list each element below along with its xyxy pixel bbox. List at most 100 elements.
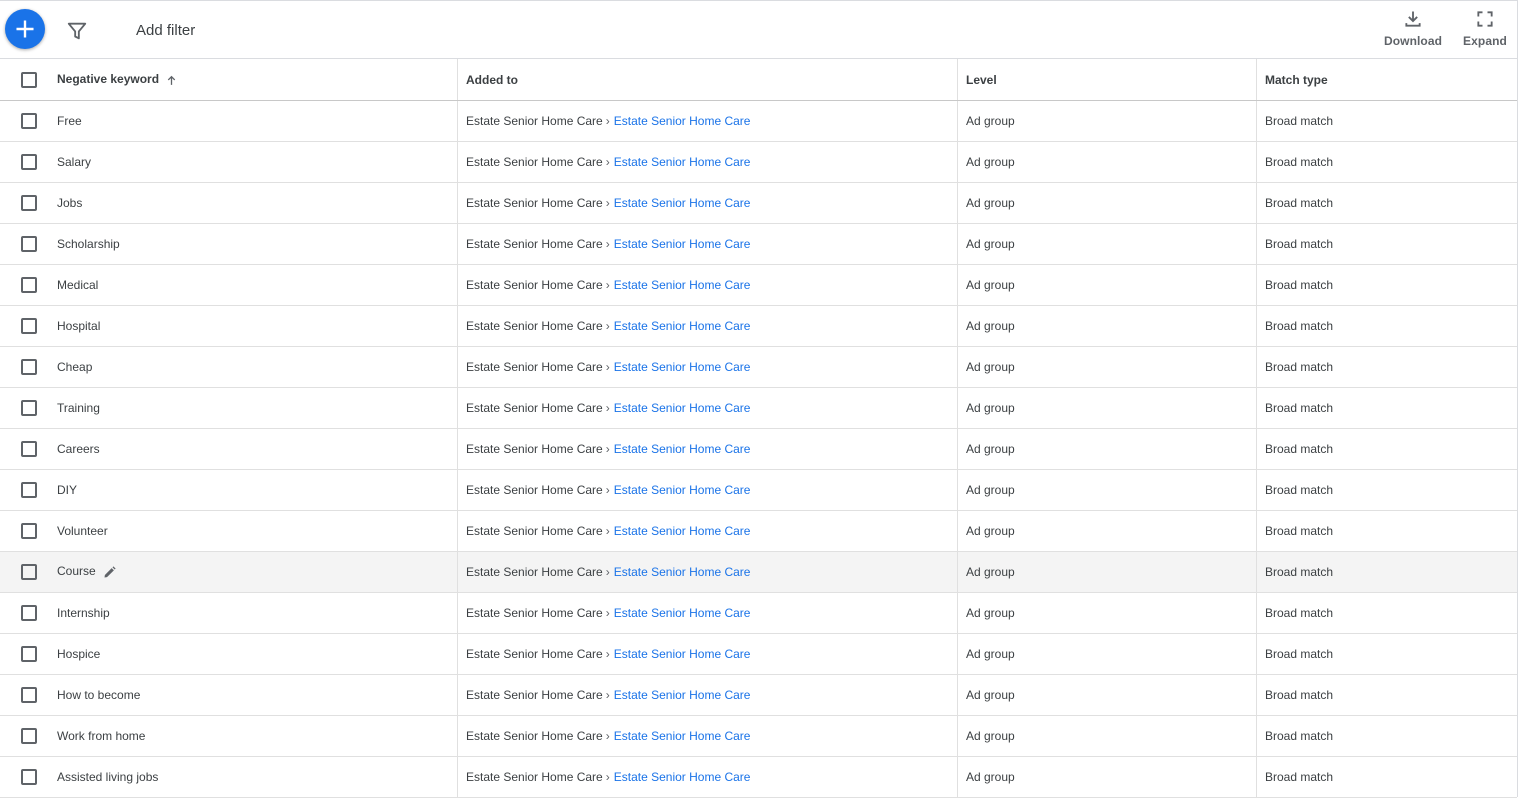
column-header-added-to[interactable]: Added to [457, 59, 958, 101]
table-row[interactable]: Scholarship Estate Senior Home Care › Estat… [0, 223, 1517, 265]
ad-group-link[interactable]: Estate Senior Home Care [614, 155, 751, 169]
download-icon [1405, 11, 1421, 27]
column-header-level[interactable]: Level [957, 59, 1257, 101]
row-checkbox[interactable] [21, 687, 37, 703]
table-row[interactable]: Salary Estate Senior Home Care › Estate Sen… [0, 141, 1517, 183]
keyword-cell: Hospital [55, 305, 458, 347]
ad-group-link[interactable]: Estate Senior Home Care [614, 565, 751, 579]
keyword-text: Internship [57, 606, 110, 620]
row-select-cell [0, 346, 55, 388]
row-checkbox[interactable] [21, 359, 37, 375]
ad-group-link[interactable]: Estate Senior Home Care [614, 237, 751, 251]
table-row[interactable]: Assisted living jobs Estate Senior Home C… [0, 756, 1517, 798]
campaign-name: Estate Senior Home Care [466, 606, 603, 620]
ad-group-link[interactable]: Estate Senior Home Care [614, 483, 751, 497]
row-checkbox[interactable] [21, 728, 37, 744]
added-to-cell: Estate Senior Home Care › Estate Senior Ho… [457, 592, 958, 634]
campaign-name: Estate Senior Home Care [466, 688, 603, 702]
table-row[interactable]: Cheap Estate Senior Home Care › Estate Seni… [0, 346, 1517, 388]
campaign-name: Estate Senior Home Care [466, 155, 603, 169]
ad-group-link[interactable]: Estate Senior Home Care [614, 401, 751, 415]
table-row[interactable]: Hospital Estate Senior Home Care › Estate S… [0, 305, 1517, 347]
keyword-text: Volunteer [57, 524, 108, 538]
add-filter-button[interactable]: Add filter [136, 22, 195, 39]
level-cell: Ad group [957, 223, 1257, 265]
ad-group-link[interactable]: Estate Senior Home Care [614, 688, 751, 702]
campaign-name: Estate Senior Home Care [466, 565, 603, 579]
fullscreen-icon [1477, 11, 1493, 27]
campaign-name: Estate Senior Home Care [466, 401, 603, 415]
column-header-keyword[interactable]: Negative keyword [55, 59, 458, 101]
row-checkbox[interactable] [21, 277, 37, 293]
keyword-text: Course [57, 564, 96, 579]
added-to-cell: Estate Senior Home Care › Estate Senior Ho… [457, 633, 958, 675]
ad-group-link[interactable]: Estate Senior Home Care [614, 278, 751, 292]
row-checkbox[interactable] [21, 605, 37, 621]
level-cell: Ad group [957, 551, 1257, 593]
row-select-cell [0, 387, 55, 429]
ad-group-link[interactable]: Estate Senior Home Care [614, 196, 751, 210]
ad-group-link[interactable]: Estate Senior Home Care [614, 114, 751, 128]
table-row[interactable]: DIY Estate Senior Home Care › Estate Senior… [0, 469, 1517, 511]
ad-group-link[interactable]: Estate Senior Home Care [614, 647, 751, 661]
table-row[interactable]: Internship Estate Senior Home Care › Estate… [0, 592, 1517, 634]
breadcrumb-separator: › [605, 524, 610, 538]
match-type-cell: Broad match [1256, 182, 1517, 224]
column-header-match-type[interactable]: Match type [1256, 59, 1517, 101]
row-checkbox[interactable] [21, 195, 37, 211]
ad-group-link[interactable]: Estate Senior Home Care [614, 360, 751, 374]
select-all-checkbox[interactable] [21, 71, 37, 88]
breadcrumb-separator: › [605, 770, 610, 784]
match-type-cell: Broad match [1256, 510, 1517, 552]
row-checkbox[interactable] [21, 769, 37, 785]
download-button[interactable]: Download [1384, 9, 1442, 48]
row-checkbox[interactable] [21, 236, 37, 252]
ad-group-link[interactable]: Estate Senior Home Care [614, 770, 751, 784]
ad-group-link[interactable]: Estate Senior Home Care [614, 606, 751, 620]
table-row[interactable]: Careers Estate Senior Home Care › Estate Se… [0, 428, 1517, 470]
table-row[interactable]: Free Estate Senior Home Care › Estate Senio… [0, 100, 1517, 142]
ad-group-link[interactable]: Estate Senior Home Care [614, 524, 751, 538]
ad-group-link[interactable]: Estate Senior Home Care [614, 319, 751, 333]
breadcrumb-separator: › [605, 483, 610, 497]
row-checkbox[interactable] [21, 318, 37, 334]
keyword-cell: Hospice [55, 633, 458, 675]
keyword-cell: How to become [55, 674, 458, 716]
row-checkbox[interactable] [21, 441, 37, 457]
row-checkbox[interactable] [21, 523, 37, 539]
match-type-cell: Broad match [1256, 592, 1517, 634]
edit-pencil-icon[interactable] [102, 565, 117, 580]
table-row[interactable]: How to become Estate Senior Home Care › Est… [0, 674, 1517, 716]
ad-group-link[interactable]: Estate Senior Home Care [614, 442, 751, 456]
row-checkbox[interactable] [21, 482, 37, 498]
row-checkbox[interactable] [21, 113, 37, 129]
match-type-cell: Broad match [1256, 633, 1517, 675]
arrow-up-icon[interactable] [165, 74, 178, 87]
row-checkbox[interactable] [21, 564, 37, 580]
row-checkbox[interactable] [21, 400, 37, 416]
table-row[interactable]: Volunteer Estate Senior Home Care › Estate … [0, 510, 1517, 552]
expand-button[interactable]: Expand [1460, 9, 1510, 48]
table-row[interactable]: Work from home Estate Senior Home Care › Es… [0, 715, 1517, 757]
table-row[interactable]: Training Estate Senior Home Care › Estate S… [0, 387, 1517, 429]
breadcrumb-separator: › [605, 688, 610, 702]
added-to-cell: Estate Senior Home Care › Estate Senior Ho… [457, 387, 958, 429]
added-to-cell: Estate Senior Home Care › Estate Senior Ho… [457, 346, 958, 388]
keyword-text: Assisted living jobs [57, 770, 159, 784]
keyword-cell: DIY [55, 469, 458, 511]
table-row[interactable]: Jobs Estate Senior Home Care › Estate Senio… [0, 182, 1517, 224]
keyword-cell: Jobs [55, 182, 458, 224]
campaign-name: Estate Senior Home Care [466, 524, 603, 538]
table-row[interactable]: Hospice Estate Senior Home Care › Estate Se… [0, 633, 1517, 675]
level-cell: Ad group [957, 592, 1257, 634]
add-button[interactable] [5, 9, 45, 49]
row-checkbox[interactable] [21, 646, 37, 662]
filter-icon[interactable] [66, 20, 88, 42]
ad-group-link[interactable]: Estate Senior Home Care [614, 729, 751, 743]
table-row[interactable]: Medical Estate Senior Home Care › Estate Se… [0, 264, 1517, 306]
row-checkbox[interactable] [21, 154, 37, 170]
campaign-name: Estate Senior Home Care [466, 729, 603, 743]
table-row[interactable]: Course Estate Senior Home Care › Estate Sen… [0, 551, 1517, 593]
campaign-name: Estate Senior Home Care [466, 319, 603, 333]
table-body: Free Estate Senior Home Care › Estate Senio… [0, 100, 1517, 798]
